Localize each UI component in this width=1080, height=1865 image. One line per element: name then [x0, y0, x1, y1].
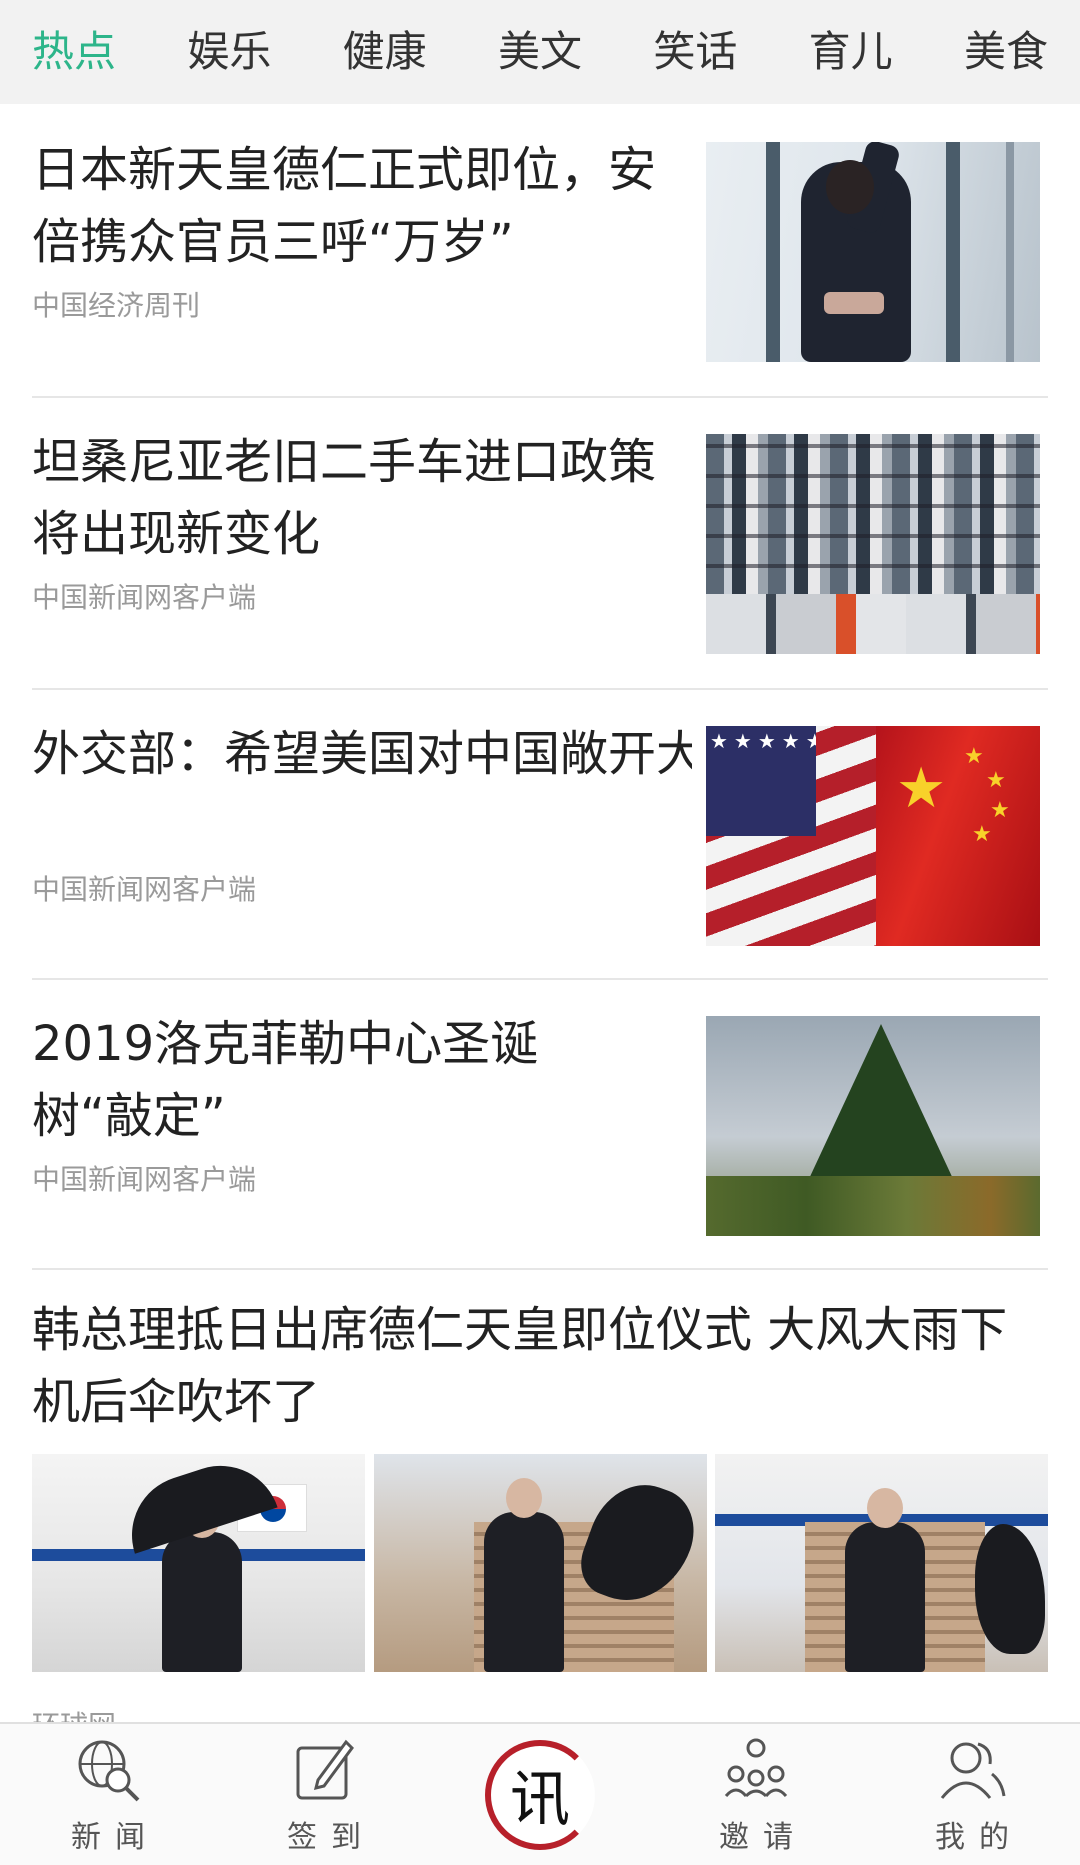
news-source: 中国新闻网客户端 — [32, 1163, 257, 1196]
news-item[interactable]: 外交部：希望美国对中国敞开大门，减少各种不合理… 中国新闻网客户端 ★★★★★★… — [32, 718, 1048, 946]
app-logo-icon: 讯 — [485, 1739, 595, 1850]
news-title: 2019洛克菲勒中心圣诞树“敲定” — [32, 1016, 539, 1144]
nav-label: 邀请 — [719, 1819, 807, 1855]
people-network-icon — [716, 1734, 796, 1806]
news-thumbnail — [706, 1016, 1040, 1236]
news-thumbnail — [715, 1454, 1048, 1672]
tab-essays[interactable]: 美文 — [498, 31, 582, 73]
tab-health[interactable]: 健康 — [343, 31, 427, 73]
news-image-row — [32, 1454, 1048, 1672]
nav-label: 新闻 — [71, 1819, 159, 1855]
pencil-edit-icon — [284, 1734, 364, 1806]
nav-invite[interactable]: 邀请 — [676, 1730, 836, 1860]
news-thumbnail — [32, 1454, 365, 1672]
tab-parenting[interactable]: 育儿 — [809, 31, 893, 73]
news-thumbnail — [373, 1454, 707, 1672]
news-thumbnail — [706, 142, 1040, 362]
news-title: 坦桑尼亚老旧二手车进口政策将出现新变化 — [32, 434, 657, 562]
nav-checkin[interactable]: 签到 — [244, 1730, 404, 1860]
news-title: 外交部：希望美国对中国敞开大门，减少各种不合理… — [32, 726, 692, 782]
news-source: 中国新闻网客户端 — [32, 873, 257, 906]
news-title: 日本新天皇德仁正式即位，安倍携众官员三呼“万岁” — [32, 142, 657, 270]
news-item[interactable]: 日本新天皇德仁正式即位，安倍携众官员三呼“万岁” 中国经济周刊 — [32, 134, 1048, 362]
news-item[interactable]: 韩总理抵日出席德仁天皇即位仪式 大风大雨下机后伞吹坏了 — [32, 1294, 1048, 1434]
divider — [32, 1268, 1048, 1270]
news-thumbnail — [706, 434, 1040, 654]
divider — [32, 396, 1048, 398]
nav-label: 签到 — [287, 1819, 375, 1855]
news-source: 中国新闻网客户端 — [32, 581, 257, 614]
globe-search-icon — [68, 1734, 148, 1806]
user-profile-icon — [932, 1734, 1012, 1806]
nav-home-logo[interactable]: 讯 — [460, 1730, 620, 1860]
tab-food[interactable]: 美食 — [964, 31, 1048, 73]
nav-profile[interactable]: 我的 — [892, 1730, 1052, 1860]
news-title: 韩总理抵日出席德仁天皇即位仪式 大风大雨下机后伞吹坏了 — [32, 1302, 1008, 1430]
tab-entertainment[interactable]: 娱乐 — [187, 31, 271, 73]
divider — [32, 688, 1048, 690]
news-source: 中国经济周刊 — [32, 289, 201, 322]
tab-jokes[interactable]: 笑话 — [653, 31, 737, 73]
news-item[interactable]: 坦桑尼亚老旧二手车进口政策将出现新变化 中国新闻网客户端 — [32, 426, 1048, 654]
news-item[interactable]: 2019洛克菲勒中心圣诞树“敲定” 中国新闻网客户端 — [32, 1008, 1048, 1236]
nav-news[interactable]: 新闻 — [28, 1730, 188, 1860]
tab-hot[interactable]: 热点 — [32, 31, 116, 73]
nav-label: 我的 — [935, 1819, 1023, 1855]
bottom-nav-bar: 新闻 签到 讯 邀请 我的 — [0, 1722, 1080, 1865]
news-thumbnail: ★★★★★★★★★★★★★★★ ★ ★ ★ ★ ★ — [706, 726, 1040, 946]
divider — [32, 978, 1048, 980]
category-tab-bar: 热点 娱乐 健康 美文 笑话 育儿 美食 — [0, 0, 1080, 104]
